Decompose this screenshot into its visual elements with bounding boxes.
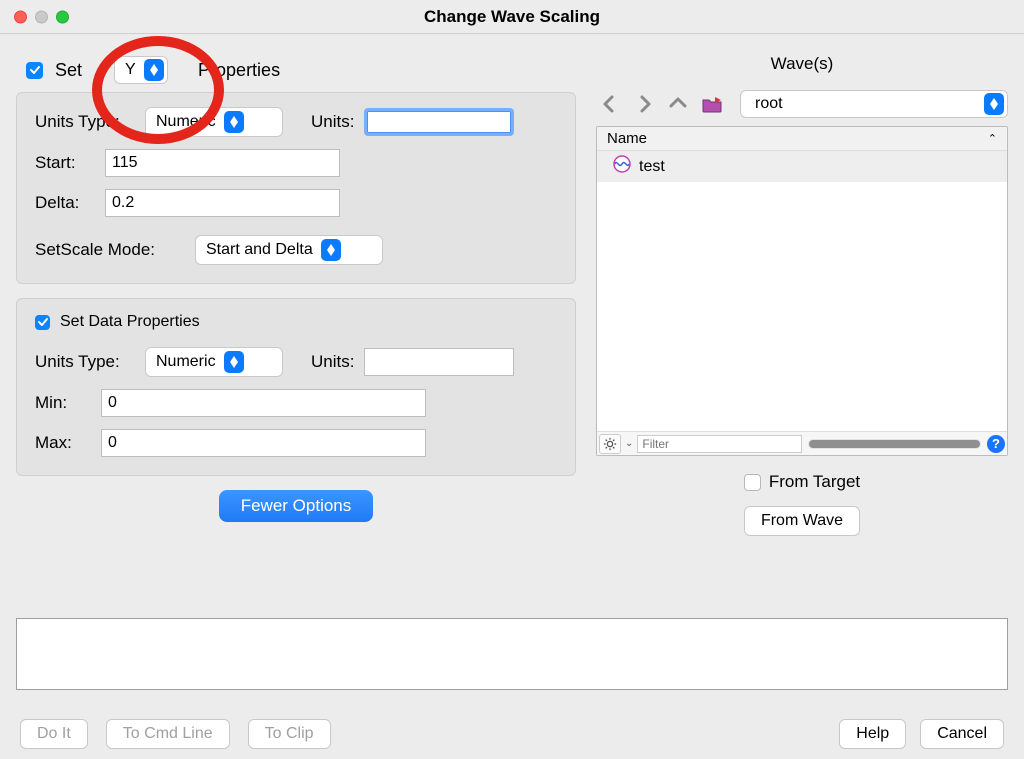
waves-listbox: Name ⌃ test [596,126,1008,456]
set-axis-checkbox[interactable] [26,62,43,79]
close-window-button[interactable] [14,10,27,23]
units-input[interactable] [364,108,514,136]
delta-input[interactable] [105,189,340,217]
data-units-label: Units: [311,352,354,372]
min-input[interactable] [101,389,426,417]
start-input[interactable] [105,149,340,177]
wave-item-label: test [639,158,665,176]
nav-up-button[interactable] [664,92,692,116]
window-controls [14,10,69,23]
max-label: Max: [35,433,91,453]
wave-icon [613,155,631,178]
axis-select-value: Y [125,61,142,79]
waves-nav-row: root [596,90,1008,118]
select-arrows-icon [144,59,164,81]
data-units-type-label: Units Type: [35,352,135,372]
title-bar: Change Wave Scaling [0,0,1024,34]
from-target-checkbox[interactable] [744,474,761,491]
from-target-label: From Target [769,472,860,492]
sort-caret-icon: ⌃ [988,132,997,145]
delta-label: Delta: [35,193,95,213]
waves-title: Wave(s) [596,54,1008,74]
start-label: Start: [35,153,95,173]
set-axis-label-suffix: Properties [198,60,280,81]
nav-folder-button[interactable] [698,92,726,116]
fewer-options-button[interactable]: Fewer Options [219,490,374,522]
gear-dropdown-icon: ⌄ [625,438,633,449]
horizontal-scrollbar[interactable] [808,439,981,449]
from-wave-button[interactable]: From Wave [744,506,860,536]
select-arrows-icon [321,239,341,261]
max-input[interactable] [101,429,426,457]
set-axis-header: Set Y Properties [26,56,576,84]
setscale-mode-value: Start and Delta [206,241,319,259]
waves-list-footer: ⌄ ? [597,431,1007,455]
waves-list-header[interactable]: Name ⌃ [597,127,1007,151]
waves-list-body[interactable] [597,182,1007,431]
window-title: Change Wave Scaling [0,7,1024,27]
setscale-mode-label: SetScale Mode: [35,240,185,260]
set-data-properties-checkbox[interactable] [35,315,50,330]
select-arrows-icon [984,93,1004,115]
nav-back-button[interactable] [596,92,624,116]
data-properties-panel: Set Data Properties Units Type: Numeric … [16,298,576,476]
right-column: Wave(s) root [596,44,1008,619]
filter-input[interactable] [637,435,802,453]
wave-item[interactable]: test [597,151,1007,182]
units-type-select[interactable]: Numeric [145,107,283,137]
root-folder-select[interactable]: root [740,90,1008,118]
units-label: Units: [311,112,354,132]
help-badge-icon[interactable]: ? [987,435,1005,453]
data-units-input[interactable] [364,348,514,376]
units-type-label: Units Type: [35,112,135,132]
gear-menu-button[interactable] [599,434,621,454]
cancel-button[interactable]: Cancel [920,719,1004,749]
from-target-row: From Target [596,472,1008,492]
axis-select[interactable]: Y [114,56,168,84]
minimize-window-button[interactable] [35,10,48,23]
name-column-header: Name [607,130,647,147]
select-arrows-icon [224,351,244,373]
left-column: Set Y Properties Units Type: Numeric [16,44,576,619]
min-label: Min: [35,393,91,413]
nav-forward-button[interactable] [630,92,658,116]
to-clip-button[interactable]: To Clip [248,719,331,749]
zoom-window-button[interactable] [56,10,69,23]
units-type-value: Numeric [156,113,222,131]
data-units-type-select[interactable]: Numeric [145,347,283,377]
do-it-button[interactable]: Do It [20,719,88,749]
set-axis-label-prefix: Set [55,60,82,81]
bottom-button-bar: Do It To Cmd Line To Clip Help Cancel [0,709,1024,759]
root-folder-value: root [751,95,982,113]
select-arrows-icon [224,111,244,133]
axis-properties-panel: Units Type: Numeric Units: Start: Delta: [16,92,576,284]
to-cmd-line-button[interactable]: To Cmd Line [106,719,230,749]
setscale-mode-select[interactable]: Start and Delta [195,235,383,265]
data-units-type-value: Numeric [156,353,222,371]
help-button[interactable]: Help [839,719,906,749]
command-textarea[interactable] [16,618,1008,690]
set-data-properties-label: Set Data Properties [60,313,200,331]
